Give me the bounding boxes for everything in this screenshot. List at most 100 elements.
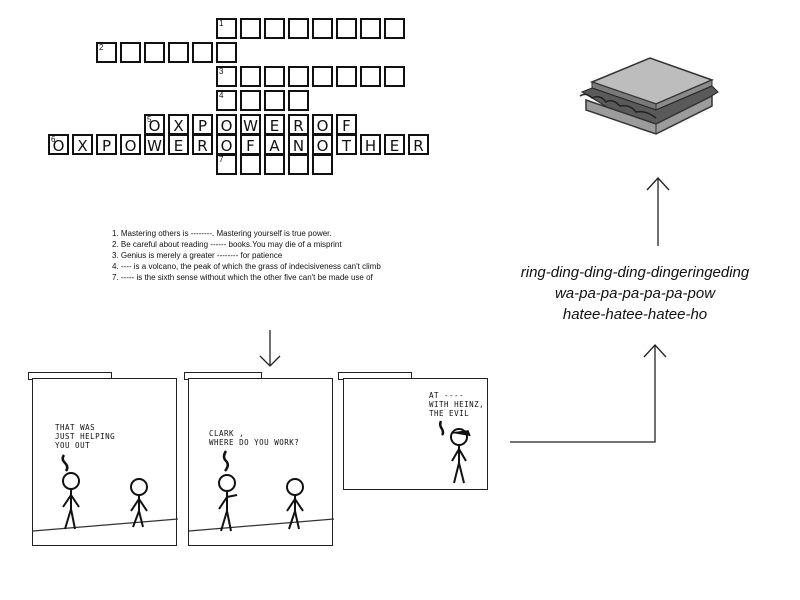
crossword-cell: 4 xyxy=(216,90,237,111)
crossword-cell: E xyxy=(384,134,405,155)
crossword-cell xyxy=(264,66,285,87)
crossword-cell: 3 xyxy=(216,66,237,87)
crossword-letter: N xyxy=(292,137,305,155)
stick-figures xyxy=(32,454,179,532)
crossword-cell xyxy=(312,18,333,39)
clue-1: 1. Mastering others is --------. Masteri… xyxy=(112,229,332,238)
crossword-cell xyxy=(264,18,285,39)
crossword-cell: A xyxy=(264,134,285,155)
crossword-cell: N xyxy=(288,134,309,155)
crossword-cell: O xyxy=(312,114,333,135)
crossword-cell: R xyxy=(288,114,309,135)
clue-number: 3 xyxy=(219,67,224,76)
crossword-cell xyxy=(264,154,285,175)
crossword-letter: X xyxy=(77,137,88,155)
clue-number: 1 xyxy=(219,19,224,28)
crossword-cell: O xyxy=(216,114,237,135)
crossword-cell: X xyxy=(72,134,93,155)
crossword-letter: O xyxy=(316,117,329,135)
arrow-up-icon xyxy=(510,344,667,443)
crossword-cell xyxy=(360,66,381,87)
crossword-cell xyxy=(240,154,261,175)
comic-panel-3: AT ---- WITH HEINZ, THE EVIL xyxy=(343,378,488,490)
crossword-cell xyxy=(144,42,165,63)
crossword-clues: 1. Mastering others is --------. Masteri… xyxy=(112,228,397,283)
crossword-cell: E xyxy=(168,134,189,155)
clue-number: 7 xyxy=(219,155,224,164)
crossword-letter: E xyxy=(389,137,400,155)
crossword-cell: O xyxy=(216,134,237,155)
clue-7: 7. ----- is the sixth sense without whic… xyxy=(112,273,373,282)
crossword-letter: O xyxy=(220,117,233,135)
crossword-cell xyxy=(288,90,309,111)
crossword-cell: P xyxy=(192,114,213,135)
crossword-cell: 7 xyxy=(216,154,237,175)
crossword-letter: A xyxy=(269,137,280,155)
comic-panel-2: CLARK , WHERE DO YOU WORK? xyxy=(188,378,335,546)
crossword-cell: 1 xyxy=(216,18,237,39)
crossword-letter: O xyxy=(220,137,233,155)
crossword-letter: O xyxy=(148,117,161,135)
crossword-cell: R xyxy=(408,134,429,155)
crossword-letter: H xyxy=(364,137,377,155)
stick-figure xyxy=(438,420,471,484)
onomatopoeia-line-2: wa-pa-pa-pa-pa-pa-pow xyxy=(554,285,716,302)
crossword-cell: F xyxy=(240,134,261,155)
crossword-cell xyxy=(240,90,261,111)
crossword-cell: 5O xyxy=(144,114,165,135)
crossword-cell: 6O xyxy=(48,134,69,155)
sandwich-image xyxy=(579,57,719,135)
clue-2: 2. Be careful about reading ------ books… xyxy=(112,240,342,249)
crossword-cell xyxy=(384,18,405,39)
crossword-cell: 2 xyxy=(96,42,117,63)
crossword-letter: P xyxy=(197,117,208,135)
crossword-cell xyxy=(312,154,333,175)
onomatopoeia-line-3: hatee-hatee-hatee-ho xyxy=(562,306,708,323)
clue-4: 4. ---- is a volcano, the peak of which … xyxy=(112,262,381,271)
crossword-cell xyxy=(288,154,309,175)
crossword-cell: T xyxy=(336,134,357,155)
crossword-cell: E xyxy=(264,114,285,135)
crossword-cell xyxy=(216,42,237,63)
crossword-letter: R xyxy=(413,137,424,155)
crossword-letter: O xyxy=(52,137,65,155)
crossword-letter: R xyxy=(197,137,208,155)
arrow-up-icon xyxy=(646,177,670,246)
crossword-cell xyxy=(336,66,357,87)
crossword-cell: X xyxy=(168,114,189,135)
crossword-cell xyxy=(168,42,189,63)
crossword-cell: W xyxy=(240,114,261,135)
stick-figures xyxy=(188,450,335,532)
crossword-letter: F xyxy=(246,137,255,155)
crossword-cell xyxy=(336,18,357,39)
crossword-letter: R xyxy=(293,117,304,135)
crossword-letter: E xyxy=(269,117,280,135)
crossword-letter: F xyxy=(342,117,351,135)
crossword-cell xyxy=(240,66,261,87)
crossword-cell xyxy=(312,66,333,87)
crossword-cell: O xyxy=(120,134,141,155)
crossword-cell xyxy=(360,18,381,39)
crossword-cell xyxy=(240,18,261,39)
clue-number: 2 xyxy=(99,43,104,52)
crossword-grid: 1 2 3 4 5OXPOWEROF 6OXPOWEROFANOTHER 7 xyxy=(0,0,450,185)
crossword-cell: F xyxy=(336,114,357,135)
crossword-cell: H xyxy=(360,134,381,155)
crossword-cell: O xyxy=(312,134,333,155)
crossword-cell xyxy=(192,42,213,63)
clue-3: 3. Genius is merely a greater -------- f… xyxy=(112,251,283,260)
crossword-cell: R xyxy=(192,134,213,155)
crossword-cell xyxy=(120,42,141,63)
crossword-letter: W xyxy=(147,137,162,155)
crossword-letter: O xyxy=(124,137,137,155)
crossword-cell: P xyxy=(96,134,117,155)
crossword-letter: X xyxy=(173,117,184,135)
crossword-cell xyxy=(264,90,285,111)
crossword-letter: T xyxy=(341,137,352,155)
crossword-cell: W xyxy=(144,134,165,155)
crossword-cell xyxy=(288,66,309,87)
crossword-letter: E xyxy=(173,137,184,155)
crossword-cell xyxy=(384,66,405,87)
crossword-cell xyxy=(288,18,309,39)
comic-panel-1: THAT WAS JUST HELPING YOU OUT xyxy=(32,378,179,546)
